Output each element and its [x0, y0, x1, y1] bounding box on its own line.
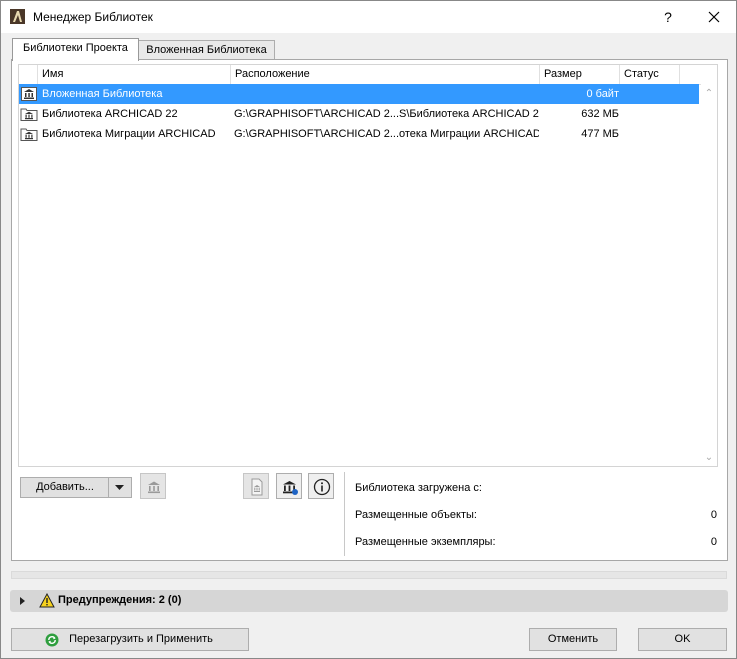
list-header: Имя Расположение Размер Статус	[19, 65, 701, 85]
ok-button[interactable]: OK	[638, 628, 727, 651]
export-library-button[interactable]	[243, 473, 269, 499]
placed-instances-label: Размещенные экземпляры:	[355, 536, 496, 548]
library-folder-icon	[20, 108, 38, 121]
tab-embedded-library[interactable]: Вложенная Библиотека	[138, 40, 275, 60]
add-button-label: Добавить...	[36, 481, 94, 493]
close-icon	[708, 11, 720, 23]
archicad-app-icon	[10, 9, 25, 24]
expand-arrow-icon	[20, 597, 25, 605]
placed-objects-label: Размещенные объекты:	[355, 509, 477, 521]
title-bar: Менеджер Библиотек ?	[1, 1, 736, 33]
warning-icon	[39, 593, 55, 608]
remove-library-icon	[148, 481, 160, 494]
table-row[interactable]: Библиотека ARCHICAD 22 G:\GRAPHISOFT\ARC…	[19, 104, 699, 124]
progress-bar	[11, 571, 727, 579]
panel-divider	[344, 472, 345, 556]
library-settings-icon	[283, 481, 298, 495]
placed-instances-value: 0	[710, 536, 717, 548]
row-location: G:\GRAPHISOFT\ARCHICAD 2...отека Миграци…	[234, 128, 539, 140]
reload-label: Перезагрузить и Применить	[69, 633, 213, 645]
row-size: 477 МБ	[581, 128, 619, 140]
table-row[interactable]: Библиотека Миграции ARCHICAD G:\GRAPHISO…	[19, 124, 699, 144]
add-library-button[interactable]: Добавить...	[20, 477, 132, 498]
row-size: 0 байт	[586, 88, 619, 100]
info-button[interactable]	[308, 473, 334, 499]
placed-objects-value: 0	[710, 509, 717, 521]
loaded-from-label: Библиотека загружена с:	[355, 482, 482, 494]
column-header-size[interactable]: Размер	[540, 65, 620, 84]
warnings-bar[interactable]: Предупреждения: 2 (0)	[10, 590, 728, 612]
column-header-status[interactable]: Статус	[620, 65, 680, 84]
library-settings-button[interactable]	[276, 473, 302, 499]
column-header-name[interactable]: Имя	[38, 65, 231, 84]
close-button[interactable]	[697, 4, 731, 30]
library-folder-icon	[20, 128, 38, 141]
table-row[interactable]: Вложенная Библиотека 0 байт	[19, 84, 699, 104]
row-location: G:\GRAPHISOFT\ARCHICAD 2...S\Библиотека …	[234, 108, 539, 120]
warnings-label: Предупреждения: 2 (0)	[58, 594, 182, 606]
reload-icon	[45, 633, 59, 647]
window-title: Менеджер Библиотек	[33, 10, 153, 24]
row-size: 632 МБ	[581, 108, 619, 120]
reload-and-apply-button[interactable]: Перезагрузить и Применить	[11, 628, 249, 651]
cancel-button[interactable]: Отменить	[529, 628, 617, 651]
column-header-icon	[19, 65, 38, 84]
tab-project-libraries[interactable]: Библиотеки Проекта	[12, 38, 139, 61]
library-manager-dialog: Менеджер Библиотек ? Библиотеки Проекта …	[0, 0, 737, 659]
row-name: Вложенная Библиотека	[42, 88, 163, 100]
info-icon	[313, 478, 331, 496]
add-dropdown-button[interactable]	[108, 478, 131, 497]
embedded-library-icon	[21, 87, 37, 101]
chevron-down-icon	[115, 485, 124, 490]
row-name: Библиотека Миграции ARCHICAD	[42, 128, 216, 140]
scroll-up-arrow-icon[interactable]: ⌃	[702, 87, 716, 101]
column-header-location[interactable]: Расположение	[231, 65, 540, 84]
library-document-icon	[251, 478, 263, 496]
library-list[interactable]: Имя Расположение Размер Статус Вложенная…	[18, 64, 718, 467]
row-name: Библиотека ARCHICAD 22	[42, 108, 178, 120]
scroll-down-arrow-icon[interactable]: ⌄	[702, 451, 716, 465]
remove-library-button[interactable]	[140, 473, 166, 499]
help-button[interactable]: ?	[653, 4, 683, 30]
